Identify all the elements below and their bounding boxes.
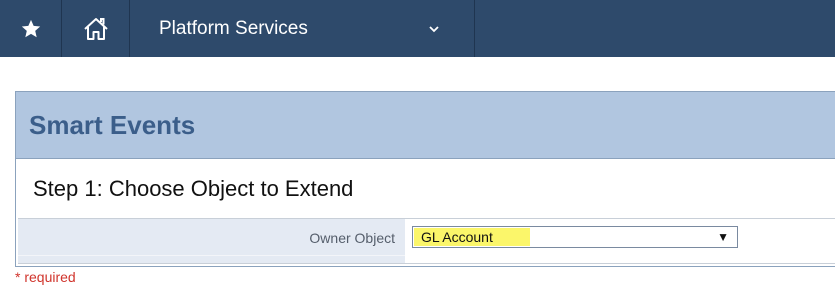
panel-header: Smart Events	[16, 92, 835, 159]
page-title: Smart Events	[29, 109, 196, 140]
owner-object-row: Owner Object GL Account ▼	[18, 218, 835, 264]
home-button[interactable]	[62, 0, 130, 57]
home-icon	[83, 17, 108, 40]
favorites-button[interactable]	[0, 0, 62, 57]
owner-object-select[interactable]: GL Account ▼	[412, 226, 738, 248]
field-label-cell: Owner Object	[18, 219, 405, 263]
owner-object-value: GL Account	[421, 229, 493, 245]
top-navigation-bar: Platform Services	[0, 0, 835, 57]
dropdown-arrow-icon: ▼	[717, 230, 729, 244]
chevron-down-icon	[429, 25, 439, 32]
module-menu-label: Platform Services	[159, 17, 308, 39]
module-menu[interactable]: Platform Services	[130, 0, 475, 57]
required-note: * required	[15, 269, 76, 285]
star-icon	[21, 19, 40, 37]
smart-events-panel: Smart Events Step 1: Choose Object to Ex…	[15, 91, 835, 267]
owner-object-label: Owner Object	[309, 230, 395, 246]
step-title: Step 1: Choose Object to Extend	[33, 176, 354, 201]
